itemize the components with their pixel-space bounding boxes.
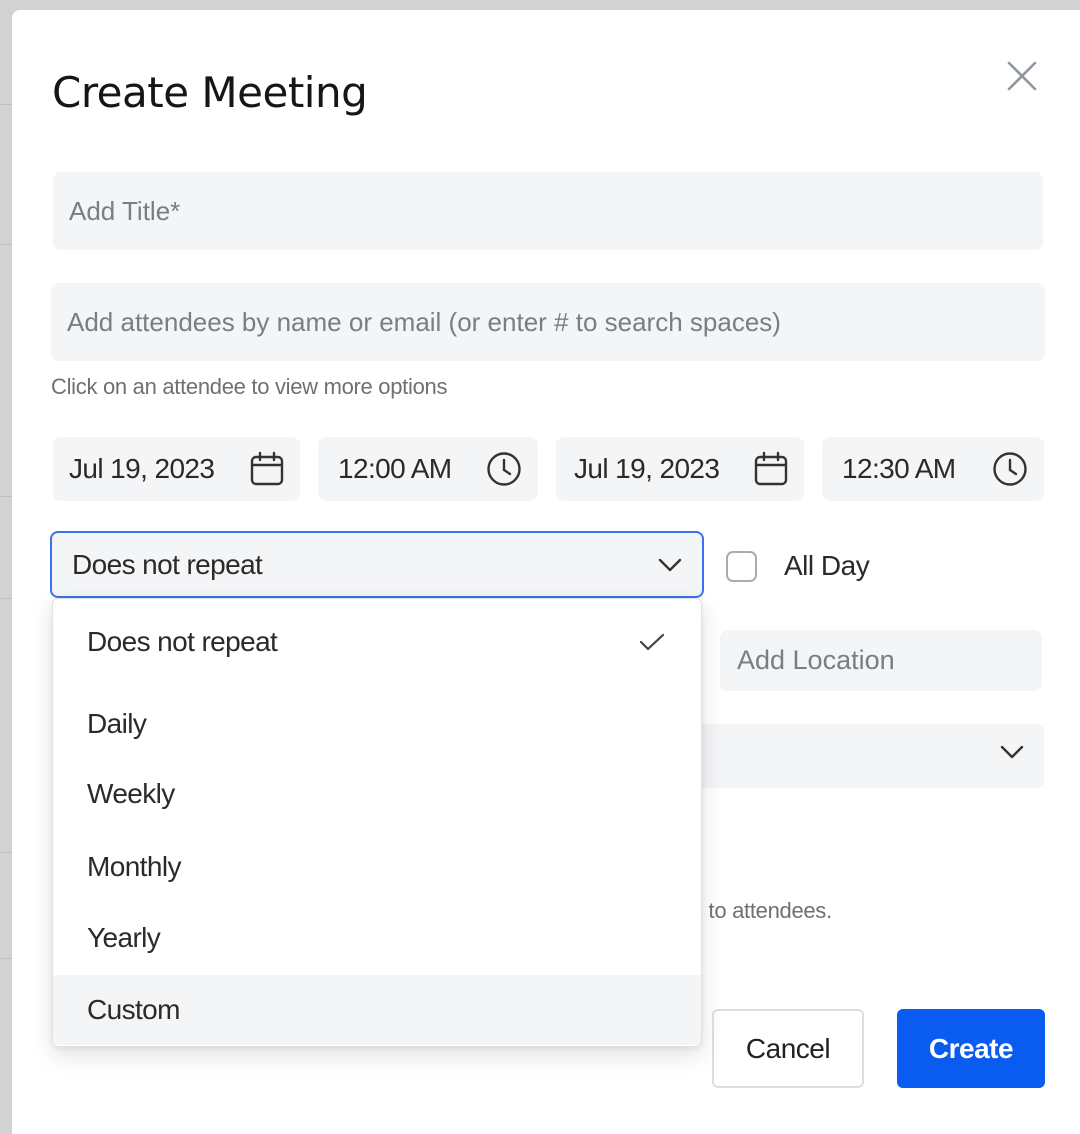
repeat-option-weekly[interactable]: Weekly (53, 759, 701, 829)
title-input[interactable] (69, 195, 1043, 227)
background-page (0, 0, 12, 1124)
option-label: Daily (87, 708, 147, 739)
dialog-title: Create Meeting (52, 68, 368, 117)
repeat-option-monthly[interactable]: Monthly (53, 832, 701, 902)
repeat-selected-value: Does not repeat (72, 548, 263, 580)
title-field[interactable] (53, 172, 1043, 250)
option-label: Custom (87, 994, 180, 1025)
repeat-option-custom[interactable]: Custom (53, 975, 701, 1045)
secondary-select[interactable] (672, 724, 1044, 788)
repeat-select[interactable]: Does not repeat (50, 531, 704, 598)
end-time-value: 12:30 AM (842, 453, 956, 484)
close-icon (1007, 61, 1037, 91)
repeat-option-yearly[interactable]: Yearly (53, 903, 701, 973)
create-button[interactable]: Create (897, 1009, 1045, 1088)
notice-text-fragment: s to attendees. (692, 898, 832, 923)
attendees-input[interactable] (67, 306, 1045, 338)
attendees-hint: Click on an attendee to view more option… (51, 374, 448, 399)
calendar-icon (250, 451, 284, 486)
chevron-down-icon (1000, 745, 1024, 759)
start-date-value: Jul 19, 2023 (69, 453, 215, 484)
option-label: Yearly (87, 922, 161, 953)
location-input[interactable] (737, 645, 1042, 676)
create-meeting-dialog: Create Meeting Click on an attendee to v… (12, 10, 1080, 1134)
repeat-dropdown-menu: Does not repeat Daily Weekly Monthly Yea… (52, 598, 702, 1047)
notice-text: s to attendees. (692, 898, 992, 924)
option-label: Weekly (87, 778, 175, 809)
start-time-value: 12:00 AM (338, 453, 452, 484)
start-time-picker[interactable]: 12:00 AM (318, 437, 538, 501)
calendar-icon (754, 451, 788, 486)
repeat-option-does-not-repeat[interactable]: Does not repeat (53, 607, 701, 677)
repeat-option-daily[interactable]: Daily (53, 689, 701, 759)
check-icon (639, 633, 665, 651)
clock-icon (993, 452, 1027, 486)
all-day-toggle[interactable]: All Day (726, 550, 870, 582)
option-label: Monthly (87, 851, 181, 882)
all-day-checkbox[interactable] (726, 550, 757, 582)
option-label: Does not repeat (87, 626, 278, 657)
end-date-picker[interactable]: Jul 19, 2023 (556, 437, 804, 501)
location-field[interactable] (720, 630, 1042, 691)
chevron-down-icon (658, 558, 682, 571)
start-date-picker[interactable]: Jul 19, 2023 (53, 437, 300, 501)
all-day-label: All Day (784, 550, 870, 581)
clock-icon (487, 452, 521, 486)
cancel-button[interactable]: Cancel (712, 1009, 864, 1088)
close-button[interactable] (1002, 56, 1042, 96)
attendees-field[interactable] (51, 283, 1045, 361)
end-date-value: Jul 19, 2023 (574, 453, 720, 484)
end-time-picker[interactable]: 12:30 AM (822, 437, 1044, 501)
